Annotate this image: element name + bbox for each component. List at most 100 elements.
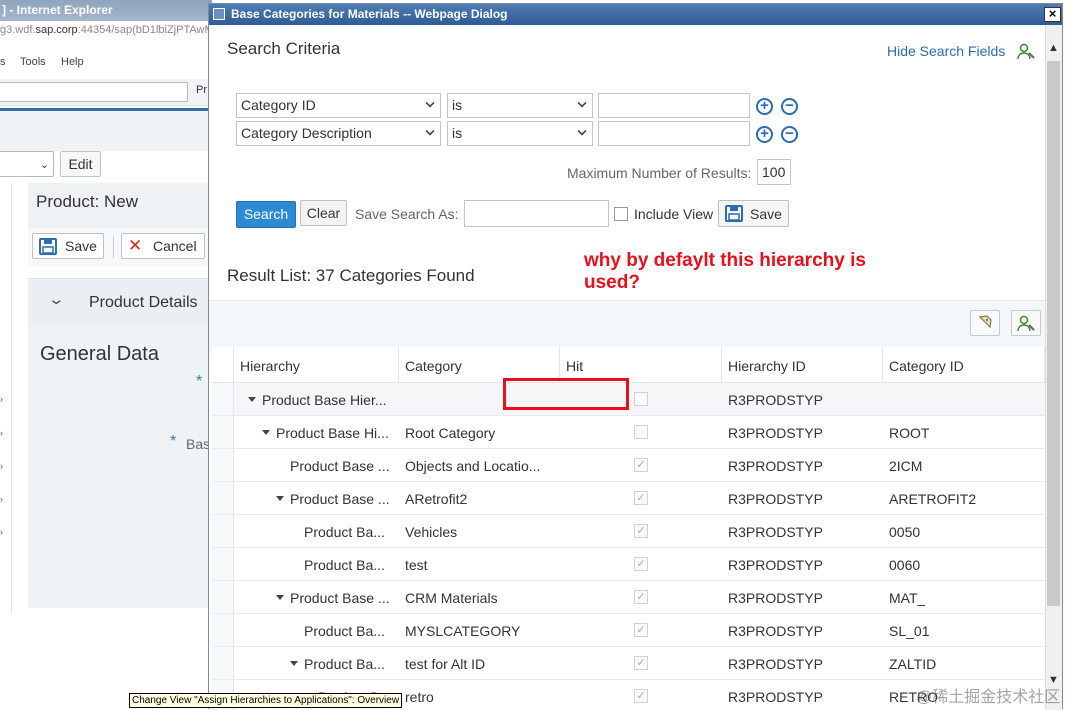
row-selector[interactable]: [212, 383, 234, 415]
cell-category-id: 2ICM: [889, 458, 923, 474]
hit-checkbox: [634, 392, 648, 406]
remove-criteria-button[interactable]: −: [781, 126, 798, 143]
search-button[interactable]: Search: [236, 201, 296, 228]
cell-category-id: ARETROFIT2: [889, 491, 977, 507]
select-all-header[interactable]: [212, 347, 234, 383]
save-search-as-label: Save Search As:: [355, 206, 459, 222]
row-selector[interactable]: [212, 515, 234, 547]
hide-search-fields-link[interactable]: Hide Search Fields: [887, 43, 1005, 59]
table-row[interactable]: Product Ba... Vehicles ✓ R3PRODSTYP 0050: [212, 515, 1045, 548]
cell-category: test: [405, 557, 428, 573]
table-row[interactable]: Product Base ... CRM Materials ✓ R3PRODSTYP…: [212, 581, 1045, 614]
command-suffix: Pr: [196, 84, 207, 96]
general-data-heading: General Data: [40, 343, 159, 365]
table-row[interactable]: Product Base Hi... Root Category R3PRODSTY…: [212, 416, 1045, 449]
expand-toggle-icon[interactable]: [248, 397, 256, 402]
expand-toggle-icon[interactable]: [262, 430, 270, 435]
row-selector[interactable]: [212, 482, 234, 514]
scroll-up-arrow-icon[interactable]: ▲: [1045, 42, 1062, 56]
save-search-as-input[interactable]: [464, 200, 609, 227]
chevron-right-icon[interactable]: ›: [0, 527, 3, 537]
edit-button[interactable]: Edit: [60, 151, 101, 177]
remove-criteria-button[interactable]: −: [781, 98, 798, 115]
toolbar-separator: [113, 236, 114, 258]
cell-category: retro: [405, 689, 434, 705]
cell-category: Vehicles: [405, 524, 458, 540]
max-results-input[interactable]: 100: [757, 159, 791, 185]
row-selector[interactable]: [212, 614, 234, 646]
address-prefix: g3.wdf.: [0, 24, 36, 36]
cancel-button[interactable]: ✕ Cancel: [121, 233, 205, 259]
save-label: Save: [750, 206, 782, 222]
command-field[interactable]: [0, 82, 188, 102]
cell-category-id: 0060: [889, 557, 921, 573]
chevron-right-icon[interactable]: ›: [0, 494, 3, 504]
chevron-right-icon[interactable]: ›: [0, 461, 3, 471]
address-bar[interactable]: g3.wdf.sap.corp:44354/sap(bD1lbiZjPTAwM: [0, 24, 212, 36]
cell-hierarchy-id: R3PRODSTYP: [728, 623, 823, 639]
chevron-right-icon[interactable]: ›: [0, 394, 3, 404]
hit-checkbox: ✓: [634, 689, 648, 703]
hit-checkbox: ✓: [634, 491, 648, 505]
max-results-label: Maximum Number of Results:: [567, 165, 752, 181]
personalize-icon: [1017, 315, 1035, 332]
row-selector[interactable]: [212, 449, 234, 481]
chevron-down-icon[interactable]: ⌄: [47, 290, 65, 308]
cell-hierarchy-id: R3PRODSTYP: [728, 656, 823, 672]
export-button[interactable]: [970, 310, 1000, 336]
cell-category-id: SL_01: [889, 623, 930, 639]
cell-hierarchy-id: R3PRODSTYP: [728, 425, 823, 441]
criteria-value-input[interactable]: [598, 93, 750, 118]
column-header-hierarchy[interactable]: Hierarchy: [234, 347, 399, 383]
close-icon: ✕: [128, 236, 143, 255]
clear-button[interactable]: Clear: [300, 200, 347, 226]
save-button[interactable]: Save: [32, 233, 104, 259]
expand-toggle-icon[interactable]: [290, 661, 298, 666]
chevron-right-icon[interactable]: ›: [0, 428, 3, 438]
view-dropdown[interactable]: ⌄: [0, 151, 54, 177]
cell-category: CRM Materials: [405, 590, 498, 606]
criteria-operator-select[interactable]: is: [447, 121, 593, 146]
personalize-icon[interactable]: [1017, 43, 1035, 61]
table-row[interactable]: Product Ba... test for Alt ID ✓ R3PRODSTYP Z…: [212, 647, 1045, 680]
result-toolbar: [209, 300, 1045, 354]
expand-toggle-icon[interactable]: [276, 595, 284, 600]
add-criteria-button[interactable]: +: [756, 98, 773, 115]
expand-toggle-icon[interactable]: [276, 496, 284, 501]
scroll-thumb[interactable]: [1047, 61, 1060, 606]
row-selector[interactable]: [212, 548, 234, 580]
cell-hierarchy: Product Ba...: [304, 524, 385, 540]
menu-item-tools[interactable]: Tools: [20, 56, 46, 68]
ie-menu-bar: s Tools Help: [0, 54, 212, 72]
taskbar-tooltip: Change View "Assign Hierarchies to Appli…: [129, 693, 403, 708]
cell-hierarchy: Product Base ...: [290, 458, 390, 474]
cell-category: test for Alt ID: [405, 656, 486, 672]
table-row[interactable]: Product Base ... ARetrofit2 ✓ R3PRODSTYP ARE…: [212, 482, 1045, 515]
cell-hierarchy-id: R3PRODSTYP: [728, 557, 823, 573]
save-search-button[interactable]: Save: [718, 200, 789, 227]
criteria-value-input[interactable]: [598, 121, 750, 146]
dialog-title: Base Categories for Materials -- Webpage…: [231, 7, 508, 21]
column-header-hierarchy-id[interactable]: Hierarchy ID: [722, 347, 883, 383]
table-row[interactable]: Product Base ... Objects and Locatio... ✓ R…: [212, 449, 1045, 482]
criteria-field-select[interactable]: Category ID: [236, 93, 441, 118]
include-view-checkbox[interactable]: [614, 207, 628, 221]
close-button[interactable]: ×: [1044, 7, 1061, 22]
row-selector[interactable]: [212, 416, 234, 448]
cell-category: ARetrofit2: [405, 491, 468, 507]
table-settings-button[interactable]: [1011, 310, 1041, 336]
row-selector[interactable]: [212, 581, 234, 613]
webpage-dialog: Base Categories for Materials -- Webpage…: [208, 3, 1063, 710]
required-marker: *: [196, 373, 203, 390]
row-selector[interactable]: [212, 647, 234, 679]
table-row[interactable]: Product Ba... test ✓ R3PRODSTYP 0060: [212, 548, 1045, 581]
add-criteria-button[interactable]: +: [756, 126, 773, 143]
address-rest: :44354/sap(bD1lbiZjPTAwM: [77, 24, 212, 36]
menu-item-partial[interactable]: s: [0, 56, 6, 68]
cell-hierarchy-id: R3PRODSTYP: [728, 491, 823, 507]
menu-item-help[interactable]: Help: [61, 56, 84, 68]
table-row[interactable]: Product Ba... MYSLCATEGORY ✓ R3PRODSTYP SL_0…: [212, 614, 1045, 647]
criteria-field-select[interactable]: Category Description: [236, 121, 441, 146]
column-header-category-id[interactable]: Category ID: [883, 347, 1045, 383]
criteria-operator-select[interactable]: is: [447, 93, 593, 118]
